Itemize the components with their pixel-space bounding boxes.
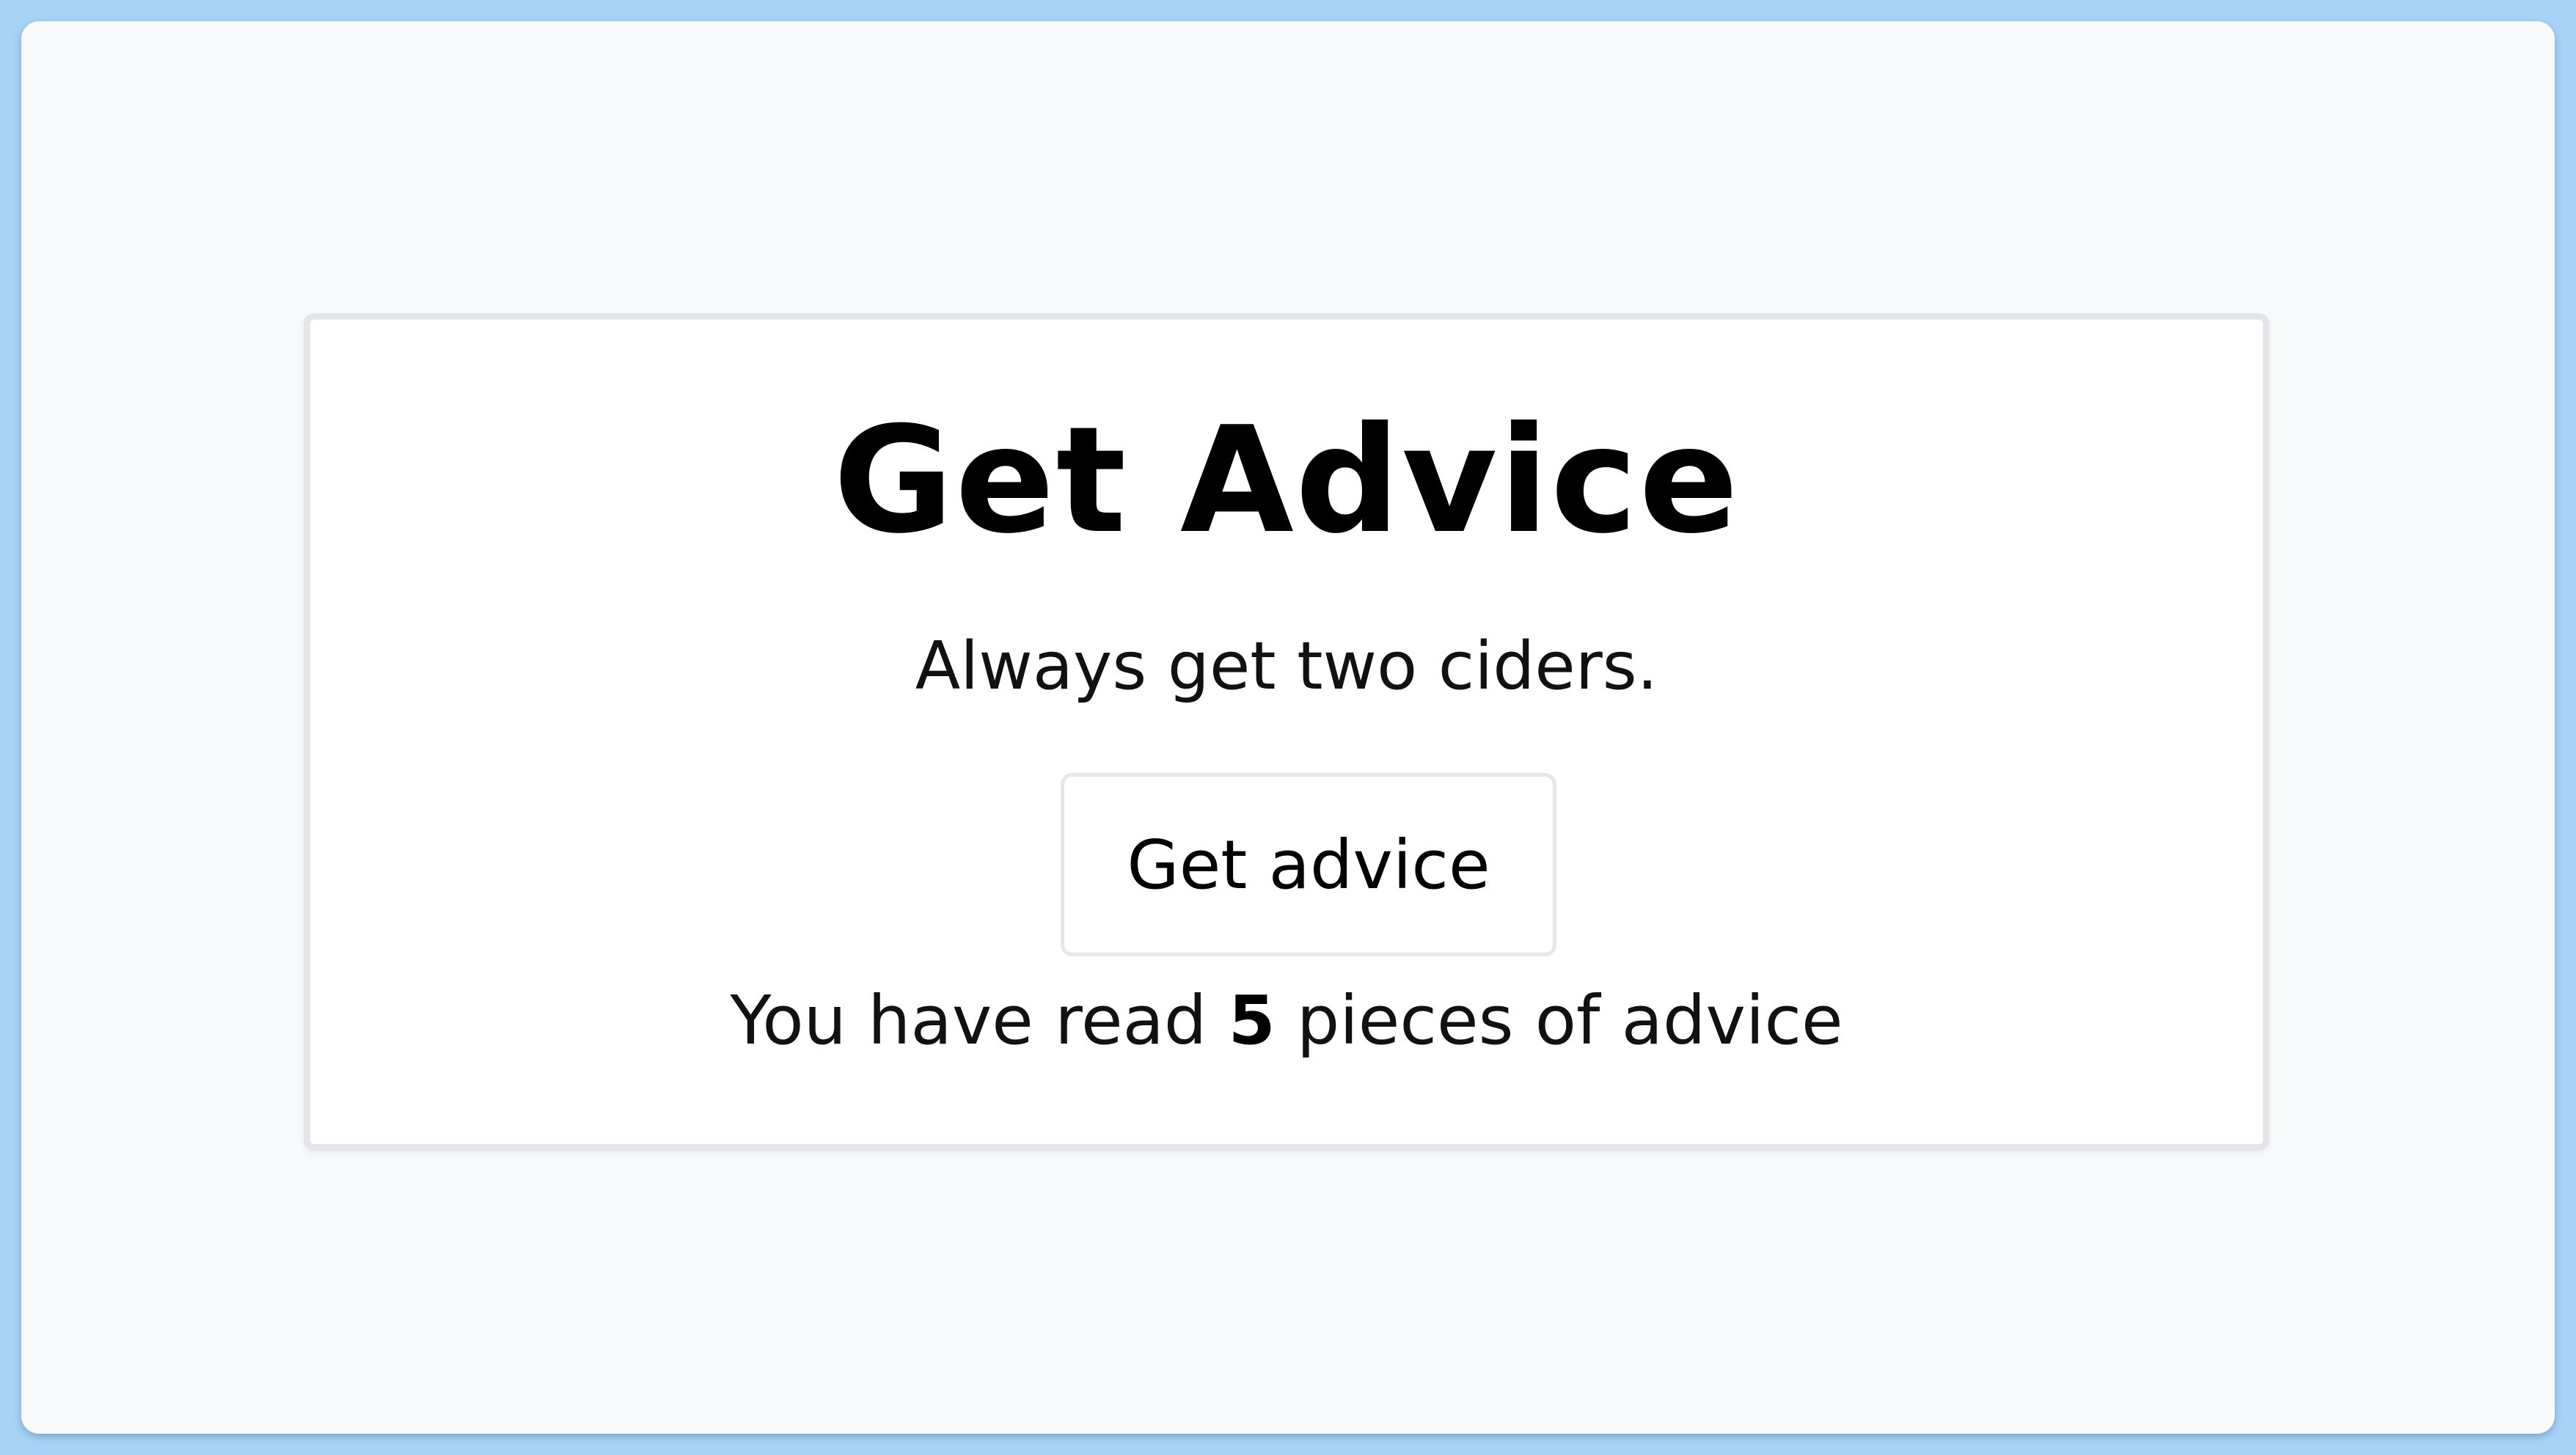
advice-counter: You have read 5 pieces of advice [310, 978, 2263, 1063]
advice-text: Always get two ciders. [915, 628, 1658, 705]
advice-card: Get Advice Always get two ciders. Get ad… [304, 313, 2269, 1151]
counter-prefix: You have read [730, 981, 1229, 1060]
page-title: Get Advice [833, 395, 1741, 566]
get-advice-button[interactable]: Get advice [1061, 773, 1556, 956]
counter-suffix: pieces of advice [1275, 981, 1843, 1060]
counter-value: 5 [1228, 981, 1276, 1060]
app-window: Get Advice Always get two ciders. Get ad… [21, 21, 2555, 1434]
